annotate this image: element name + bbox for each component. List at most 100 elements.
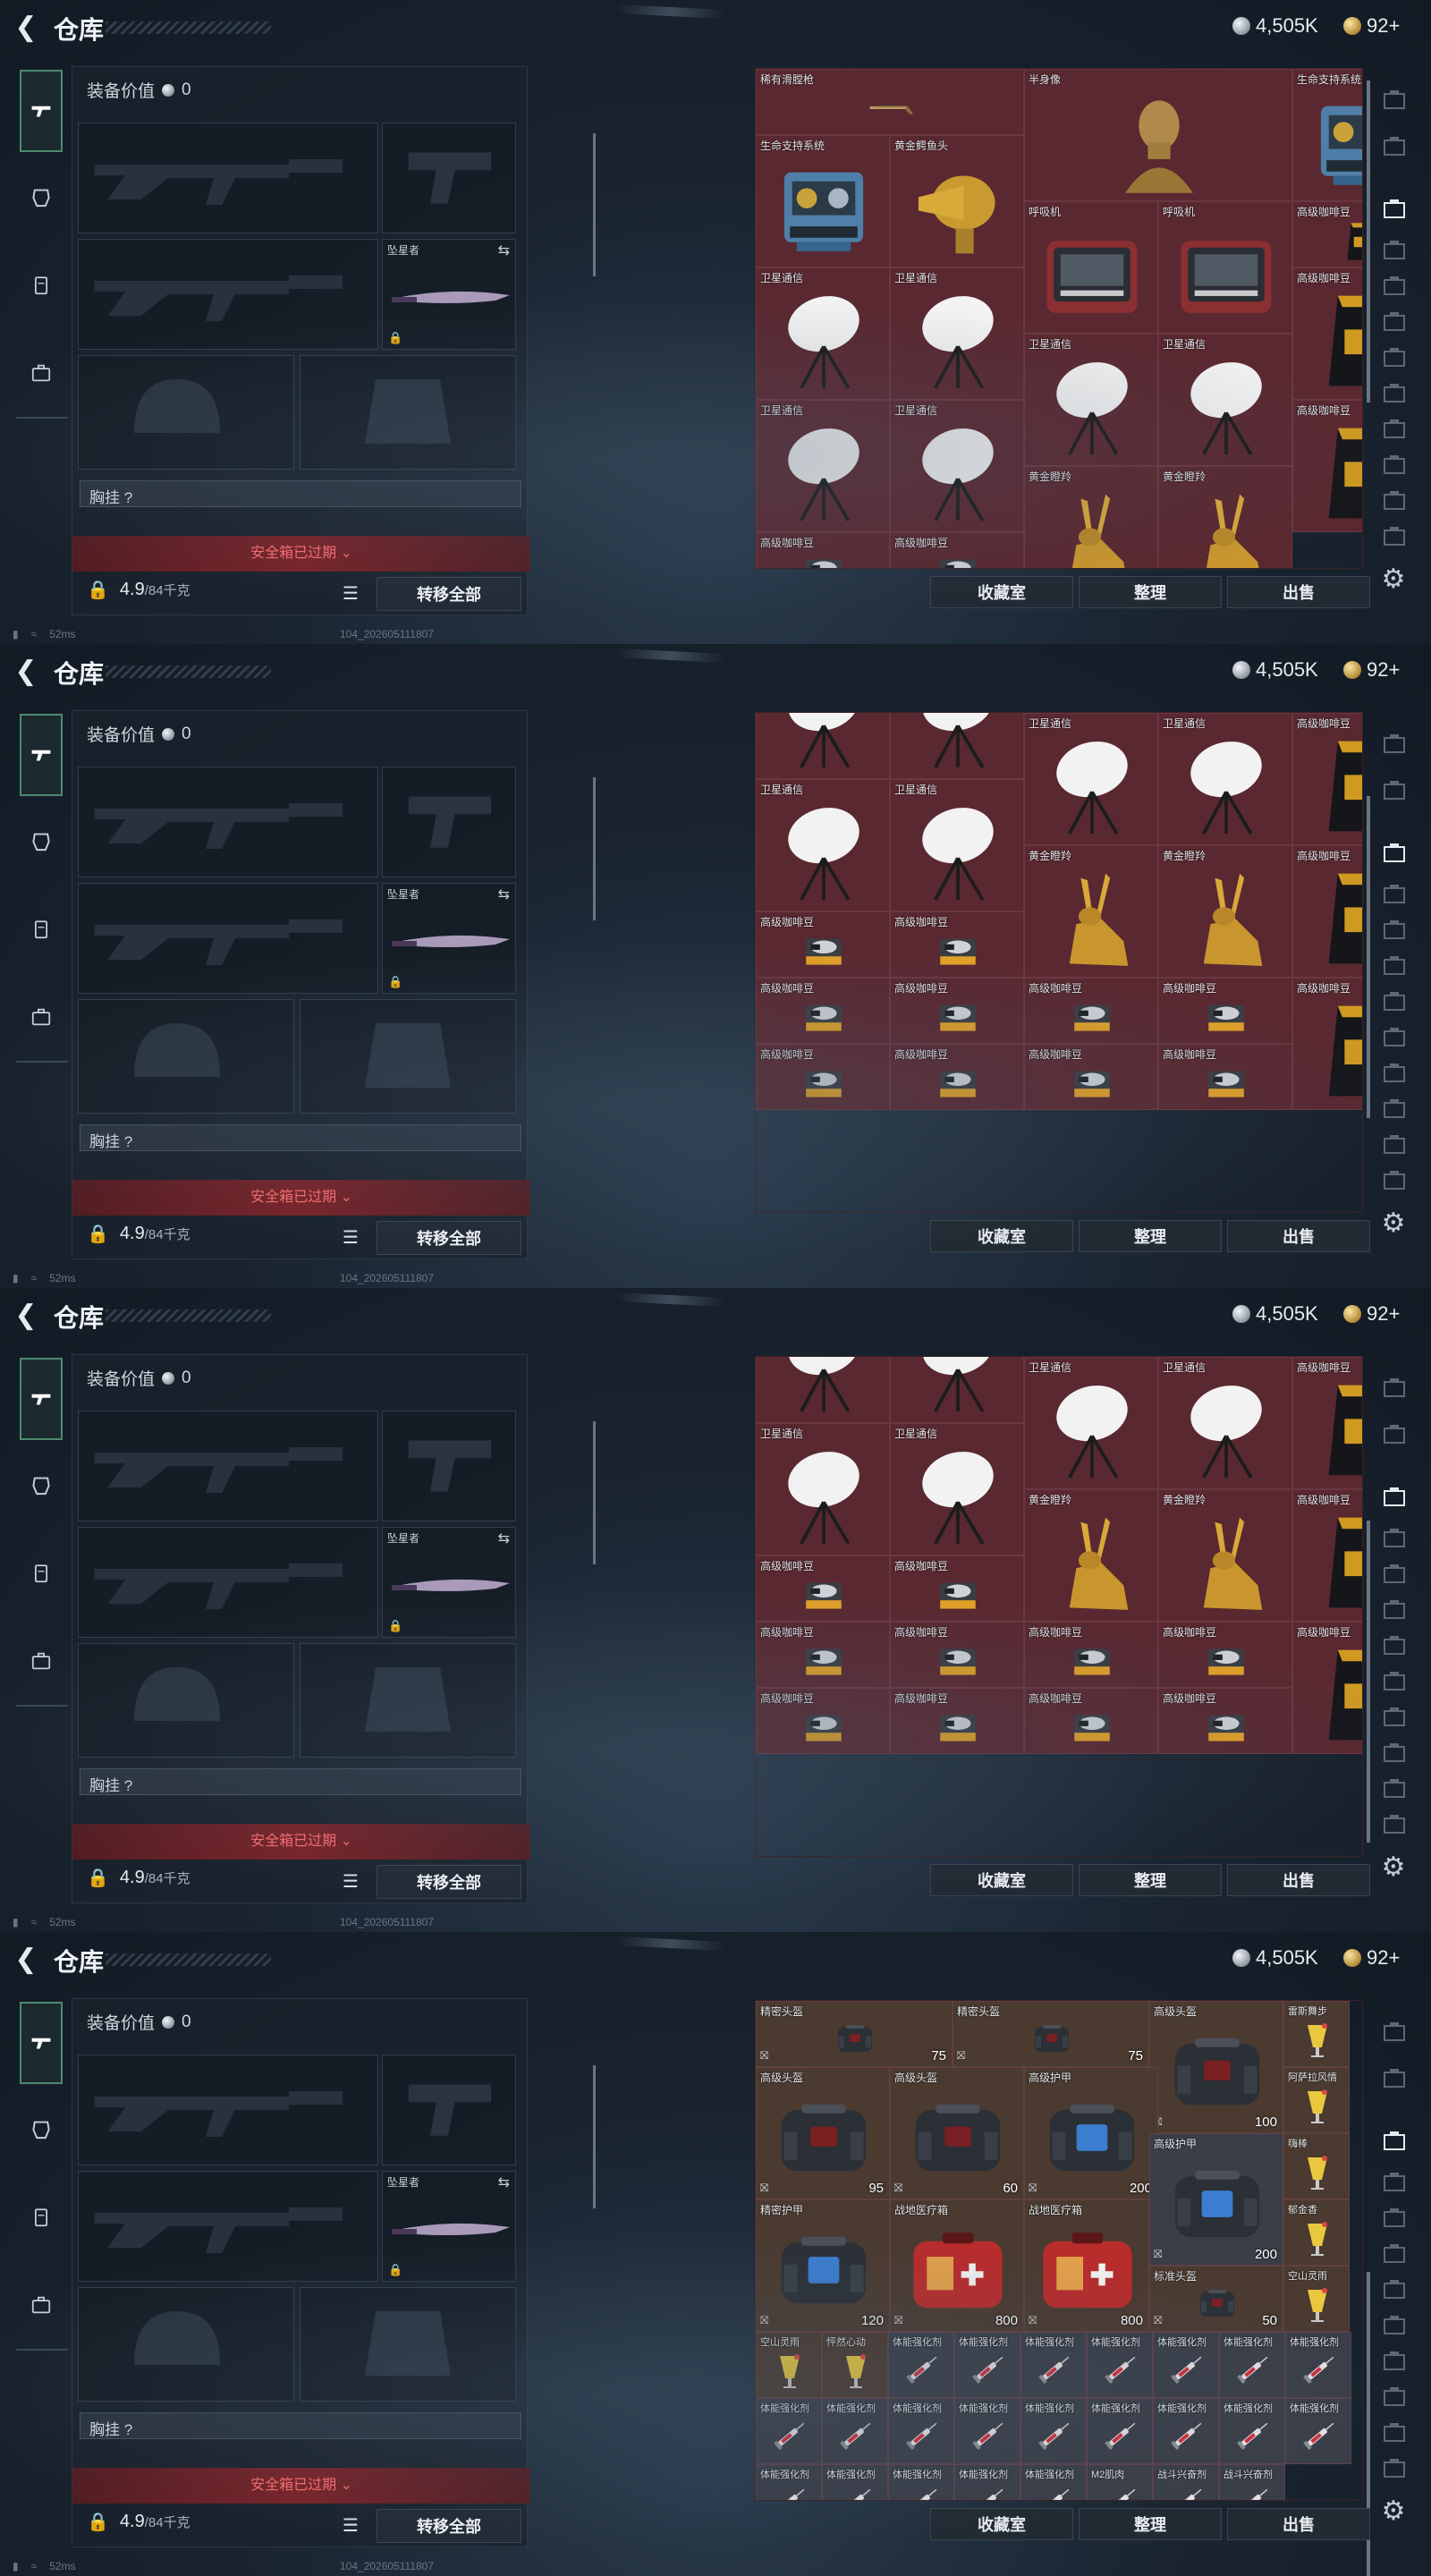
storage-page-icon[interactable] xyxy=(1377,449,1413,481)
pistol-slot[interactable] xyxy=(382,1411,516,1521)
helmet-slot[interactable] xyxy=(78,355,294,470)
secondary-weapon-slot[interactable] xyxy=(78,883,378,994)
storage-page-icon[interactable] xyxy=(1377,2417,1413,2449)
storage-scrollbar[interactable] xyxy=(1367,80,1370,402)
melee-slot[interactable]: 坠星者 ⇆ 🔒 xyxy=(382,239,516,350)
gear-item[interactable]: 空山灵雨 xyxy=(1283,2266,1350,2332)
storage-page-icon[interactable] xyxy=(1377,2345,1413,2377)
storage-item[interactable]: 高级咖啡豆 xyxy=(1024,1044,1158,1110)
sell-button[interactable]: 出售 xyxy=(1227,2508,1370,2540)
storage-item[interactable]: 高级咖啡豆 xyxy=(1292,267,1362,400)
storage-page-icon[interactable] xyxy=(1377,234,1413,267)
sell-button[interactable]: 出售 xyxy=(1227,1220,1370,1252)
storage-item[interactable]: 高级咖啡豆 xyxy=(1158,1044,1292,1110)
gear-item[interactable]: 体能强化剂 xyxy=(1153,2398,1219,2464)
tab-rig[interactable] xyxy=(20,1551,63,1596)
storage-item[interactable]: 高级咖啡豆 xyxy=(1024,978,1158,1044)
gear-item[interactable]: 体能强化剂 xyxy=(1087,2332,1153,2398)
gear-item[interactable]: 战斗兴奋剂 xyxy=(1219,2464,1285,2500)
gear-item[interactable]: 空山灵雨 xyxy=(756,2332,822,2398)
sell-button[interactable]: 出售 xyxy=(1227,1864,1370,1896)
storage-page-icon[interactable] xyxy=(1377,2125,1413,2157)
safebox-expired-banner[interactable]: 安全箱已过期 ⌄ xyxy=(72,1180,530,1216)
back-arrow-icon[interactable]: ❮ xyxy=(13,657,39,687)
gold-currency[interactable]: 92+ xyxy=(1343,1946,1400,1970)
storage-item[interactable]: 高级咖啡豆 xyxy=(756,532,890,568)
storage-item[interactable]: 黄金鳄鱼头 xyxy=(890,135,1024,267)
tab-weapons[interactable] xyxy=(20,70,63,152)
gear-item[interactable]: 高级头盔 95 ⛝ xyxy=(756,2067,890,2199)
storage-page-icon[interactable] xyxy=(1377,193,1413,225)
storage-item[interactable]: 高级咖啡豆 xyxy=(890,911,1024,978)
gear-item[interactable]: 战地医疗箱 800 ⛝ xyxy=(1024,2199,1149,2332)
back-arrow-icon[interactable]: ❮ xyxy=(13,1945,39,1975)
tab-case[interactable] xyxy=(20,2283,63,2327)
sort-button[interactable]: 整理 xyxy=(1079,1864,1222,1896)
storage-item[interactable]: 卫星通信 xyxy=(756,779,890,911)
gear-item[interactable]: 高级头盔100⛝ xyxy=(1149,2001,1283,2133)
storage-item[interactable]: 高级咖啡豆 xyxy=(1024,1688,1158,1754)
storage-page-icon[interactable] xyxy=(1377,1594,1413,1626)
storage-item[interactable] xyxy=(756,713,890,779)
storage-item[interactable] xyxy=(756,1357,890,1423)
sell-button[interactable]: 出售 xyxy=(1227,576,1370,608)
safebox-expired-banner[interactable]: 安全箱已过期 ⌄ xyxy=(72,2468,530,2504)
storage-item[interactable]: 黄金瞪羚 xyxy=(1158,845,1292,978)
safebox-expired-banner[interactable]: 安全箱已过期 ⌄ xyxy=(72,1824,530,1860)
gear-item[interactable]: 体能强化剂 xyxy=(888,2398,954,2464)
storage-item[interactable]: 高级咖啡豆 xyxy=(890,532,1024,568)
gear-item[interactable]: 高级头盔 60 ⛝ xyxy=(890,2067,1024,2199)
storage-item[interactable]: 高级咖啡豆 xyxy=(890,1688,1024,1754)
storage-page-icon[interactable] xyxy=(1377,1558,1413,1590)
storage-item[interactable]: 黄金瞪羚 xyxy=(1158,1489,1292,1622)
storage-page-icon[interactable] xyxy=(1377,413,1413,445)
helmet-slot[interactable] xyxy=(78,2287,294,2402)
pistol-slot[interactable] xyxy=(382,767,516,877)
gear-item[interactable]: 体能强化剂 xyxy=(888,2464,954,2500)
sort-button[interactable]: 整理 xyxy=(1079,1220,1222,1252)
swap-icon[interactable]: ⇆ xyxy=(498,886,510,903)
storage-item[interactable] xyxy=(890,713,1024,779)
safebox-expired-banner[interactable]: 安全箱已过期 ⌄ xyxy=(72,536,530,572)
storage-item[interactable]: 高级咖啡豆 xyxy=(1292,713,1362,845)
sort-button[interactable]: 整理 xyxy=(1079,576,1222,608)
storage-item[interactable]: 卫星通信 xyxy=(756,400,890,532)
gear-item[interactable]: 精密护甲 120 ⛝ xyxy=(756,2199,890,2332)
tab-rig[interactable] xyxy=(20,907,63,952)
collection-button[interactable]: 收藏室 xyxy=(930,1220,1073,1252)
storage-page-icon[interactable] xyxy=(1377,1057,1413,1089)
transfer-all-button[interactable]: 转移全部 xyxy=(377,2509,521,2543)
storage-page-icon[interactable] xyxy=(1377,2381,1413,2413)
storage-item[interactable]: 高级咖啡豆 xyxy=(1292,1489,1362,1622)
storage-item[interactable]: 高级咖啡豆 xyxy=(756,1622,890,1688)
storage-item[interactable]: 高级咖啡豆 xyxy=(890,1555,1024,1622)
gear-item[interactable]: 体能强化剂 xyxy=(1285,2398,1351,2464)
gear-item[interactable]: 体能强化剂 xyxy=(756,2398,822,2464)
gear-item[interactable]: 体能强化剂 xyxy=(954,2464,1020,2500)
tab-weapons[interactable] xyxy=(20,2002,63,2084)
storage-item[interactable]: 卫星通信 xyxy=(1024,1357,1158,1489)
tab-weapons[interactable] xyxy=(20,714,63,796)
storage-scrollbar[interactable] xyxy=(1367,796,1370,1118)
gear-item[interactable]: 体能强化剂 xyxy=(1153,2332,1219,2398)
storage-page-icon[interactable] xyxy=(1377,775,1413,807)
chest-rig-slot[interactable]: 胸挂 ? xyxy=(80,480,521,507)
storage-item[interactable]: 卫星通信 xyxy=(890,1423,1024,1555)
storage-item[interactable]: 卫星通信 xyxy=(756,267,890,400)
storage-item[interactable]: 高级咖啡豆 xyxy=(756,1555,890,1622)
storage-item[interactable]: 高级咖啡豆 xyxy=(1158,1622,1292,1688)
storage-page-icon[interactable] xyxy=(1377,1773,1413,1805)
storage-item[interactable]: 高级咖啡豆 xyxy=(890,978,1024,1044)
tab-case[interactable] xyxy=(20,351,63,395)
transfer-all-button[interactable]: 转移全部 xyxy=(377,1221,521,1255)
gear-item[interactable]: 标准头盔 50 ⛝ xyxy=(1149,2266,1283,2332)
back-arrow-icon[interactable]: ❮ xyxy=(13,13,39,43)
settings-gear-icon[interactable]: ⚙ xyxy=(1377,2496,1410,2528)
storage-page-icon[interactable] xyxy=(1377,2202,1413,2234)
storage-page-icon[interactable] xyxy=(1377,1093,1413,1125)
melee-slot[interactable]: 坠星者 ⇆ 🔒 xyxy=(382,2171,516,2282)
storage-item[interactable]: 卫星通信 xyxy=(1024,334,1158,466)
storage-page-icon[interactable] xyxy=(1377,131,1413,163)
primary-weapon-slot[interactable] xyxy=(78,2055,378,2165)
storage-page-icon[interactable] xyxy=(1377,1522,1413,1555)
